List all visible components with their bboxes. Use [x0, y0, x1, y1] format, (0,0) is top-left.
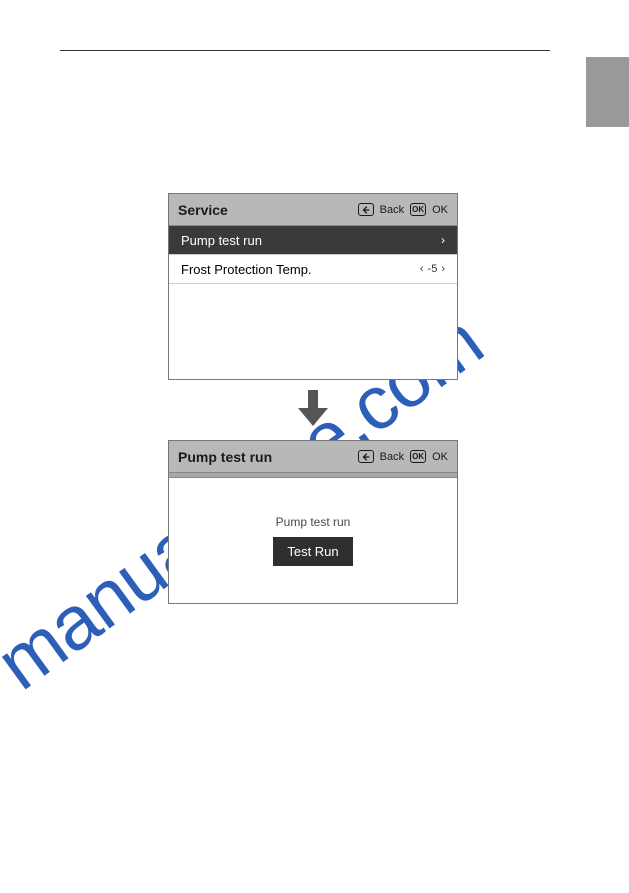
header-actions: Back OK OK [358, 450, 448, 463]
menu-item-pump-test[interactable]: Pump test run › [169, 226, 457, 255]
ok-label: OK [432, 451, 448, 463]
menu-item-label: Pump test run [181, 233, 262, 248]
screen-header: Pump test run Back OK OK [169, 441, 457, 473]
menu-item-frost-protection[interactable]: Frost Protection Temp. ‹ -5 › [169, 255, 457, 284]
service-screen: Service Back OK OK Pump test run › Frost… [168, 193, 458, 380]
body-label: Pump test run [276, 515, 351, 529]
screen-title: Pump test run [178, 449, 272, 465]
back-icon[interactable] [358, 450, 374, 463]
stepper-value: -5 [428, 263, 438, 275]
top-rule [60, 50, 550, 51]
back-icon[interactable] [358, 203, 374, 216]
screen-title: Service [178, 202, 228, 218]
ok-icon[interactable]: OK [410, 203, 426, 216]
ok-label: OK [432, 204, 448, 216]
arrow-down-icon [168, 390, 458, 426]
test-run-button[interactable]: Test Run [273, 537, 352, 566]
screen-header: Service Back OK OK [169, 194, 457, 226]
menu-item-label: Frost Protection Temp. [181, 262, 312, 277]
chevron-left-icon[interactable]: ‹ [420, 263, 424, 275]
back-label: Back [380, 204, 404, 216]
value-stepper[interactable]: ‹ -5 › [420, 263, 445, 275]
pump-test-screen: Pump test run Back OK OK Pump test run T… [168, 440, 458, 604]
chevron-right-icon: › [441, 233, 445, 247]
ok-icon[interactable]: OK [410, 450, 426, 463]
content-area: Service Back OK OK Pump test run › Frost… [168, 193, 458, 604]
chevron-right-icon[interactable]: › [441, 263, 445, 275]
header-actions: Back OK OK [358, 203, 448, 216]
screen-body: Pump test run Test Run [169, 478, 457, 603]
back-label: Back [380, 451, 404, 463]
screen-body-empty [169, 284, 457, 379]
side-tab [586, 57, 629, 127]
